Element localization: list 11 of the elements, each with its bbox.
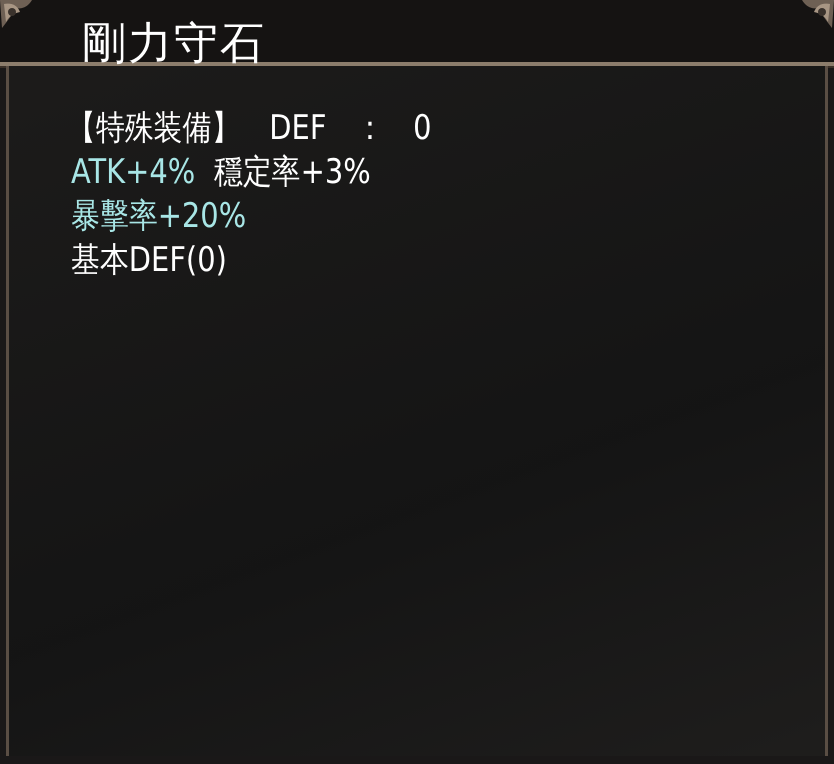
ornament-icon	[802, 0, 834, 30]
item-title: 剛力守石	[82, 22, 266, 66]
stat-text: ATK+4%	[71, 151, 196, 194]
stat-text: 0	[413, 107, 432, 150]
stat-text: 穩定率+3%	[214, 151, 371, 194]
stat-text: 【特殊装備】	[67, 107, 240, 150]
stat-text: 基本DEF(0)	[71, 239, 227, 282]
stat-text: ：	[355, 107, 384, 150]
stat-text: DEF	[269, 107, 326, 150]
ornament-icon	[0, 0, 32, 30]
stat-text: 暴擊率+20%	[71, 195, 246, 238]
